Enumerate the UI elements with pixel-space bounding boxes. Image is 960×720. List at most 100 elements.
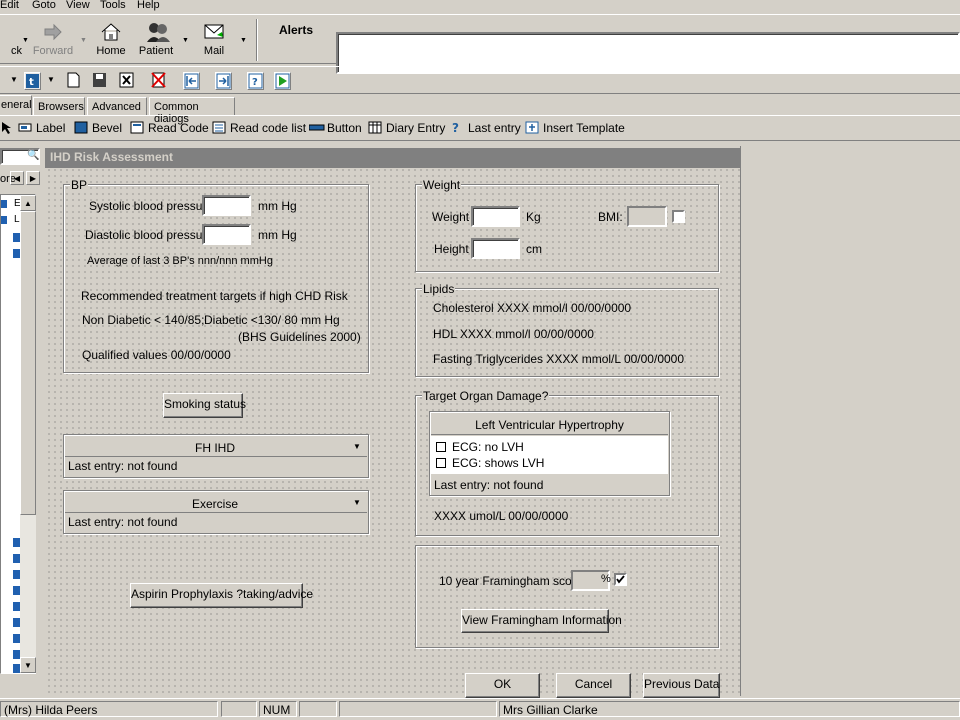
diastolic-input[interactable] — [202, 224, 251, 245]
lvh-shows-checkbox[interactable] — [436, 458, 446, 468]
tree-node-icon — [13, 634, 20, 643]
tab-common-dialogs[interactable]: Common dialogs — [149, 97, 235, 125]
framingham-checkbox[interactable] — [614, 573, 627, 586]
tree-node-icon — [13, 249, 20, 258]
menu-goto[interactable]: Goto — [32, 0, 56, 11]
scroll-thumb[interactable] — [20, 211, 36, 515]
status-panel-empty — [221, 701, 257, 717]
svg-text:?: ? — [452, 121, 459, 134]
palette-insert-template-label: Insert Template — [543, 121, 625, 135]
control-palette: Label Bevel Read Code Read code list But… — [0, 115, 960, 141]
main-toolbar: ck ▼ Forward ▼ Home Patient ▼ Mail ▼ Ale… — [0, 14, 960, 74]
align-left-icon[interactable] — [183, 72, 200, 90]
status-patient: (Mrs) Hilda Peers — [0, 701, 218, 717]
creatinine-text: XXXX umol/L 00/00/0000 — [434, 509, 569, 523]
run-icon[interactable] — [274, 72, 291, 90]
previous-data-button[interactable]: Previous Data — [643, 673, 720, 698]
pointer-tool[interactable] — [0, 121, 18, 135]
form-title: IHD Risk Assessment — [45, 148, 740, 168]
view-framingham-button[interactable]: View Framingham Information — [461, 609, 622, 633]
hdl-text: HDL XXXX mmol/l 00/00/0000 — [433, 327, 594, 341]
left-scrollbar[interactable]: ▲ ▼ — [20, 195, 36, 673]
tab-advanced[interactable]: Advanced — [87, 97, 147, 115]
back-icon — [0, 21, 7, 43]
back-button[interactable]: ck — [0, 21, 22, 57]
status-bar: (Mrs) Hilda Peers NUM Mrs Gillian Clarke — [0, 698, 960, 720]
fh-ihd-dropdown[interactable]: FH IHD ▼ — [65, 436, 367, 457]
menu-tools[interactable]: Tools — [100, 0, 126, 11]
pointer-icon — [0, 121, 14, 134]
palette-label-tool[interactable]: Label — [18, 121, 65, 135]
exercise-dropdown[interactable]: Exercise ▼ — [65, 492, 367, 513]
framingham-label: 10 year Framingham score — [439, 574, 583, 588]
smoking-status-button[interactable]: Smoking status — [163, 393, 246, 418]
clear-icon[interactable] — [151, 72, 168, 90]
systolic-input[interactable] — [202, 195, 251, 216]
tab-browsers[interactable]: Browsers — [33, 97, 85, 115]
systolic-label: Systolic blood pressure — [89, 199, 214, 213]
scroll-up-icon[interactable]: ▲ — [20, 195, 36, 211]
bmi-checkbox[interactable] — [672, 210, 685, 223]
help-icon[interactable]: ? — [247, 72, 264, 90]
palette-read-code-tool[interactable]: Read Code — [130, 121, 209, 135]
weight-input[interactable] — [471, 206, 520, 227]
text-tool-icon[interactable]: t — [24, 72, 41, 90]
palette-button-tool[interactable]: Button — [308, 121, 362, 135]
save-icon[interactable] — [92, 72, 109, 90]
tab-general[interactable]: eneral — [0, 95, 32, 115]
fh-ihd-title: FH IHD — [195, 441, 235, 455]
menu-edit[interactable]: Edit — [0, 0, 19, 11]
fh-ihd-dropdown-icon[interactable]: ▼ — [353, 442, 361, 451]
lvh-title: Left Ventricular Hypertrophy — [475, 418, 624, 432]
forward-button[interactable]: Forward — [27, 21, 79, 57]
align-right-icon[interactable] — [215, 72, 232, 90]
label-icon — [18, 121, 32, 134]
delete-icon[interactable] — [119, 72, 136, 90]
palette-diary-entry-tool[interactable]: Diary Entry — [368, 121, 445, 135]
diastolic-unit: mm Hg — [258, 228, 297, 242]
new-document-icon[interactable] — [66, 72, 83, 90]
palette-read-code-list-tool[interactable]: Read code list — [212, 121, 306, 135]
palette-last-entry-tool[interactable]: ? Last entry — [450, 121, 521, 135]
ok-button[interactable]: OK — [465, 673, 540, 698]
binoculars-icon[interactable]: 🔍 — [27, 150, 39, 161]
last-entry-icon: ? — [450, 121, 464, 135]
exercise-dropdown-icon[interactable]: ▼ — [353, 498, 361, 507]
cancel-button[interactable]: Cancel — [556, 673, 631, 698]
alerts-label: Alerts — [279, 23, 314, 37]
scroll-down-icon[interactable]: ▼ — [20, 657, 36, 673]
lvh-header: Left Ventricular Hypertrophy — [431, 413, 668, 435]
mail-button[interactable]: Mail — [188, 21, 240, 57]
nav-next-button[interactable]: ▶ — [26, 171, 40, 185]
toolbar-separator — [256, 19, 258, 61]
text-tool-dropdown-icon[interactable]: ▼ — [47, 75, 55, 84]
patient-label: Patient — [138, 45, 174, 57]
tree-node-icon — [13, 618, 20, 627]
mail-dropdown-icon[interactable]: ▼ — [240, 37, 247, 44]
lipids-group-title: Lipids — [422, 282, 456, 296]
tree-node-icon — [13, 554, 20, 563]
tree-node-icon — [13, 650, 20, 659]
edit-dropdown-icon[interactable]: ▼ — [10, 75, 18, 84]
lvh-no-checkbox[interactable] — [436, 442, 446, 452]
nav-prev-button[interactable]: ◀ — [10, 171, 24, 185]
tree-node-icon — [13, 538, 20, 547]
svg-text:t: t — [29, 77, 34, 88]
svg-text:?: ? — [252, 77, 258, 88]
right-workspace — [740, 146, 960, 696]
palette-last-entry-label: Last entry — [468, 121, 521, 135]
menu-help[interactable]: Help — [137, 0, 160, 11]
framingham-unit: % — [601, 573, 611, 585]
designer-toolbar: ▼ t ▼ ? — [0, 66, 960, 94]
bmi-label: BMI: — [598, 210, 623, 224]
weight-group-title: Weight — [422, 178, 462, 192]
palette-label-label: Label — [36, 121, 66, 135]
height-input[interactable] — [471, 238, 520, 259]
palette-insert-template-tool[interactable]: Insert Template — [525, 121, 625, 135]
status-panel-empty — [299, 701, 337, 717]
aspirin-prophylaxis-button[interactable]: Aspirin Prophylaxis ?taking/advice — [130, 583, 313, 608]
palette-bevel-tool[interactable]: Bevel — [74, 121, 122, 135]
mail-icon — [203, 21, 225, 43]
menu-view[interactable]: View — [66, 0, 90, 11]
patient-button[interactable]: Patient — [130, 21, 182, 57]
